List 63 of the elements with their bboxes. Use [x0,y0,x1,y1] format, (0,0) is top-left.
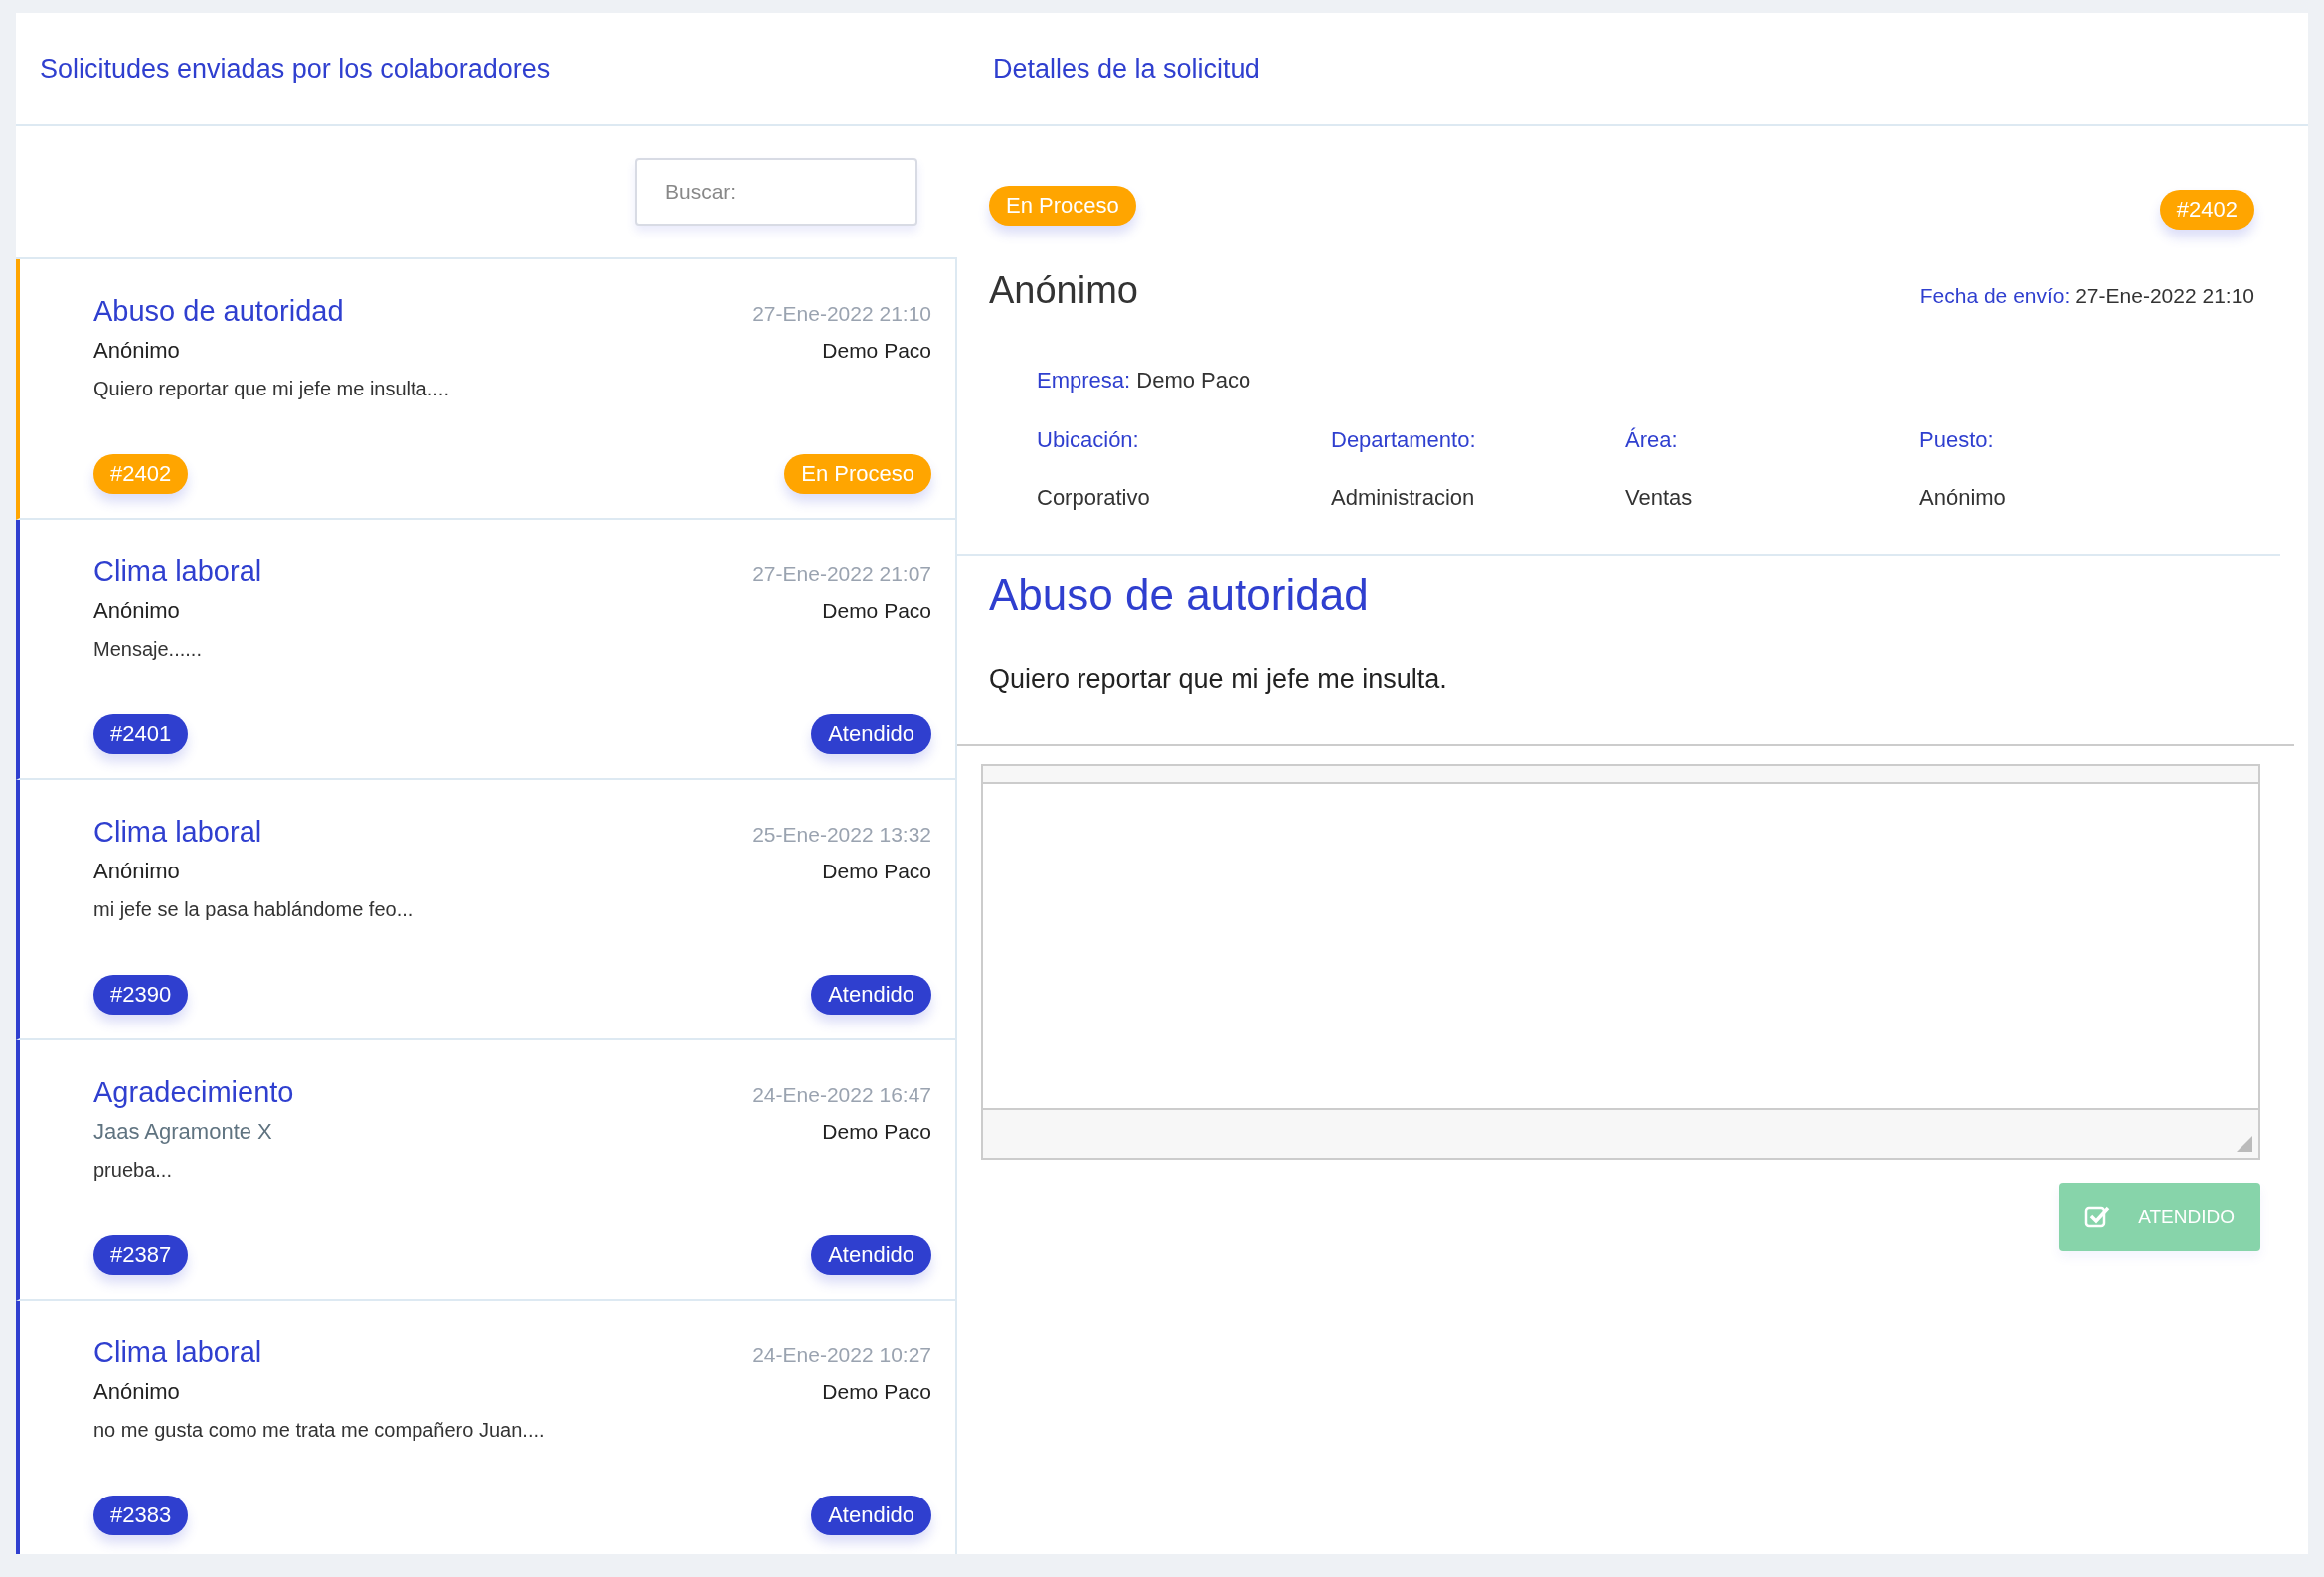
request-title: Abuso de autoridad [988,569,1370,620]
request-list-item[interactable]: Clima laboral 24-Ene-2022 10:27 Anónimo Demo Paco no me gusta como me trata me compañero Juan.... #2383 Atendido [16,1301,955,1554]
field-value: Administracion [1331,485,1476,511]
request-date: 24-Ene-2022 10:27 [752,1343,931,1367]
date-value: 27-Ene-2022 21:10 [2075,284,2254,307]
request-date: 27-Ene-2022 21:10 [752,302,931,326]
sender-name: Anónimo [93,1379,180,1405]
sender-name: Jaas Agramonte X [93,1119,272,1145]
request-list-item[interactable]: Abuso de autoridad 27-Ene-2022 21:10 Anónimo Demo Paco Quiero reportar que mi jefe me insulta.... #2402 En Proceso [16,259,955,520]
field-label: Ubicación: [1037,427,1140,453]
request-excerpt: no me gusta como me trata me compañero Juan.... [93,1419,546,1442]
request-message: Quiero reportar que mi jefe me insulta. [988,663,1448,696]
request-excerpt: Mensaje...... [93,638,203,661]
field-label: Departamento: [1331,427,1477,453]
request-subject: Clima laboral [93,555,262,588]
request-number-badge: #2387 [93,1235,189,1275]
company-label: Empresa: [1037,368,1131,393]
request-excerpt: prueba... [93,1159,173,1182]
company-value: Demo Paco [1136,368,1251,393]
request-excerpt: mi jefe se la pasa hablándome feo... [93,898,415,921]
request-list-item[interactable]: Clima laboral 27-Ene-2022 21:07 Anónimo Demo Paco Mensaje...... #2401 Atendido [16,520,955,780]
status-badge: Atendido [811,975,931,1015]
status-badge: En Proceso [784,454,931,494]
company-name: Demo Paco [822,860,931,883]
date-label: Fecha de envío: [1919,284,2071,307]
request-date: 24-Ene-2022 16:47 [752,1083,931,1107]
field-value: Anónimo [1919,485,2007,511]
request-excerpt: Quiero reportar que mi jefe me insulta.... [93,378,450,400]
request-number-badge: #2402 [93,454,189,494]
company-name: Demo Paco [822,1120,931,1144]
sender-name: Anónimo [93,859,180,884]
reply-editor[interactable] [981,764,2260,1160]
field-label: Área: [1625,427,1679,453]
request-list-item[interactable]: Agradecimiento 24-Ene-2022 16:47 Jaas Agramonte X Demo Paco prueba... #2387 Atendido [16,1040,955,1301]
request-subject: Clima laboral [93,816,262,849]
request-date: 27-Ene-2022 21:07 [752,562,931,586]
checkbox-icon [2084,1204,2111,1230]
panel-title: Detalles de la solicitud [993,53,1260,83]
sender-name: Anónimo [989,269,1138,312]
request-subject: Abuso de autoridad [93,295,344,328]
field-label: Puesto: [1919,427,1995,453]
panel-title: Solicitudes enviadas por los colaboradores [40,53,551,83]
status-badge: Atendido [811,714,931,754]
request-number-badge: #2402 [2159,190,2254,230]
field-value: Ventas [1625,485,1694,511]
status-badge: Atendido [811,1496,931,1535]
sender-name: Anónimo [93,598,180,624]
field-value: Corporativo [1037,485,1151,511]
company-name: Demo Paco [822,1380,931,1404]
request-subject: Clima laboral [93,1337,262,1369]
request-number-badge: #2383 [93,1496,189,1535]
request-date: 25-Ene-2022 13:32 [752,823,931,847]
sender-name: Anónimo [93,338,180,364]
company-name: Demo Paco [822,339,931,363]
request-number-badge: #2401 [93,714,189,754]
request-list-item[interactable]: Clima laboral 25-Ene-2022 13:32 Anónimo Demo Paco mi jefe se la pasa hablándome feo... #2390 Atendido [16,780,955,1040]
status-badge: Atendido [811,1235,931,1275]
resize-grip-icon[interactable] [2237,1136,2252,1152]
search-field[interactable]: Buscar: [635,158,917,226]
request-number-badge: #2390 [93,975,189,1015]
company-name: Demo Paco [822,599,931,623]
request-subject: Agradecimiento [93,1076,294,1109]
status-badge: En Proceso [989,186,1136,226]
